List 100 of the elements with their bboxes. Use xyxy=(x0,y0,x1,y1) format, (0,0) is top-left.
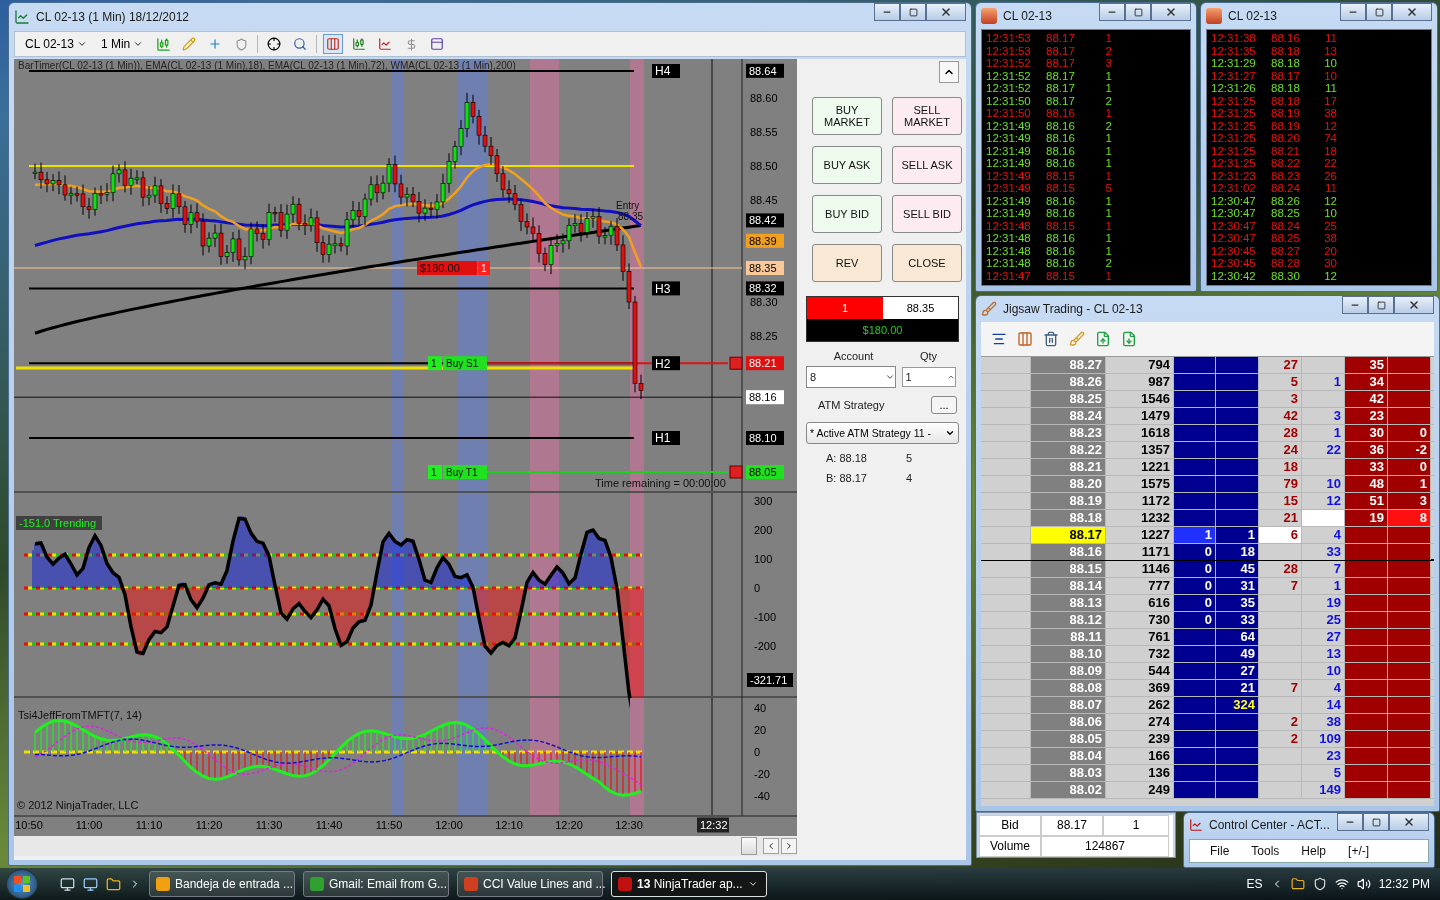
ladder-cell[interactable]: 6 xyxy=(1259,527,1302,543)
ladder-cell[interactable]: 33 xyxy=(1216,612,1259,628)
ladder-cell[interactable] xyxy=(1216,765,1259,781)
price-cell[interactable]: 88.06 xyxy=(1031,714,1106,730)
ladder-cell[interactable] xyxy=(1216,493,1259,509)
ladder-cell[interactable] xyxy=(1216,459,1259,475)
ladder-cell[interactable] xyxy=(1345,748,1388,764)
ladder-cell[interactable] xyxy=(1174,425,1216,441)
order-button[interactable]: SELL ASK xyxy=(892,146,962,184)
ladder-cell[interactable]: 31 xyxy=(1216,578,1259,594)
ladder-cell[interactable] xyxy=(1174,731,1216,747)
ladder-cell[interactable] xyxy=(1174,374,1216,390)
ladder-cell[interactable]: 34 xyxy=(1345,374,1388,390)
ladder-cell[interactable] xyxy=(1174,629,1216,645)
ladder-cell[interactable] xyxy=(1345,612,1388,628)
price-cell[interactable]: 88.21 xyxy=(1031,459,1106,475)
price-cell[interactable]: 88.13 xyxy=(1031,595,1106,611)
close-button[interactable] xyxy=(1394,296,1434,314)
ladder-cell[interactable] xyxy=(1388,561,1431,577)
network-icon[interactable] xyxy=(1334,877,1349,891)
ladder-cell[interactable] xyxy=(1216,357,1259,373)
ladder-cell[interactable] xyxy=(1345,595,1388,611)
ladder-cell[interactable] xyxy=(1174,391,1216,407)
ladder-cell[interactable] xyxy=(1388,578,1431,594)
price-cell[interactable]: 88.27 xyxy=(1031,357,1106,373)
ladder-cell[interactable]: 64 xyxy=(1216,629,1259,645)
order-button[interactable]: BUY MARKET xyxy=(812,97,882,135)
clock[interactable]: 12:32 PM xyxy=(1378,877,1430,891)
taskbar-task[interactable]: Bandeja de entrada ... xyxy=(149,871,295,897)
ladder-cell[interactable]: 0 xyxy=(1388,425,1431,441)
ladder-cell[interactable]: 324 xyxy=(1216,697,1259,713)
ladder-cell[interactable] xyxy=(1388,629,1431,645)
order-button[interactable]: BUY ASK xyxy=(812,146,882,184)
price-cell[interactable]: 88.14 xyxy=(1031,578,1106,594)
price-cell[interactable]: 88.19 xyxy=(1031,493,1106,509)
atm-strategy-dropdown[interactable]: * Active ATM Strategy 11 - xyxy=(806,422,959,444)
ladder-cell[interactable] xyxy=(1388,357,1431,373)
language-indicator[interactable]: ES xyxy=(1246,877,1263,891)
file-down-icon[interactable] xyxy=(1121,331,1137,347)
ladder-cell[interactable] xyxy=(1174,408,1216,424)
ladder-cell[interactable]: 42 xyxy=(1345,391,1388,407)
close-button[interactable] xyxy=(1392,3,1432,21)
ladder-cell[interactable] xyxy=(1345,578,1388,594)
monitor-icon[interactable] xyxy=(83,876,98,892)
instrument-dropdown[interactable]: CL 02-13 xyxy=(21,37,91,51)
price-cell[interactable]: 88.12 xyxy=(1031,612,1106,628)
ladder-cell[interactable] xyxy=(1345,561,1388,577)
tray-icon[interactable] xyxy=(1312,877,1327,891)
ladder-cell[interactable] xyxy=(1345,680,1388,696)
qty-spinner[interactable]: 1 xyxy=(901,367,956,387)
ladder-cell[interactable] xyxy=(1388,391,1431,407)
minimize-button[interactable] xyxy=(874,3,900,21)
ladder-cell[interactable]: 1 xyxy=(1216,527,1259,543)
price-cell[interactable]: 88.26 xyxy=(1031,374,1106,390)
ladder-cell[interactable]: 1 xyxy=(1174,527,1216,543)
ladder-cell[interactable]: 35 xyxy=(1345,357,1388,373)
ladder-cell[interactable] xyxy=(1174,663,1216,679)
ladder-cell[interactable] xyxy=(1216,748,1259,764)
ladder-cell[interactable] xyxy=(1345,731,1388,747)
ladder-cell[interactable] xyxy=(1345,527,1388,543)
collapse-button[interactable] xyxy=(939,61,959,83)
start-button[interactable] xyxy=(6,869,38,899)
columns-icon[interactable] xyxy=(1017,331,1033,347)
ladder-cell[interactable] xyxy=(1174,493,1216,509)
ladder-cell[interactable] xyxy=(1174,442,1216,458)
ladder-cell[interactable] xyxy=(1388,612,1431,628)
maximize-button[interactable] xyxy=(1368,296,1394,314)
taskbar-task[interactable]: 13 NinjaTrader ap... xyxy=(611,871,767,897)
folder-icon[interactable] xyxy=(106,876,121,892)
price-cell[interactable]: 88.07 xyxy=(1031,697,1106,713)
ladder-cell[interactable] xyxy=(1216,476,1259,492)
ladder-cell[interactable]: 1 xyxy=(1388,476,1431,492)
center-icon[interactable] xyxy=(991,331,1007,347)
ladder-cell[interactable] xyxy=(1174,782,1216,798)
ladder-cell[interactable] xyxy=(1216,510,1259,526)
ladder-cell[interactable] xyxy=(1174,680,1216,696)
ladder-cell[interactable]: 51 xyxy=(1345,493,1388,509)
price-cell[interactable]: 88.04 xyxy=(1031,748,1106,764)
order-button[interactable]: BUY BID xyxy=(812,195,882,233)
ladder-cell[interactable] xyxy=(1345,782,1388,798)
ladder-cell[interactable]: 30 xyxy=(1345,425,1388,441)
price-cell[interactable]: 88.24 xyxy=(1031,408,1106,424)
ladder-cell[interactable] xyxy=(1174,459,1216,475)
desktop-icon[interactable] xyxy=(60,876,75,892)
price-cell[interactable]: 88.05 xyxy=(1031,731,1106,747)
ladder-cell[interactable] xyxy=(1388,544,1431,560)
ladder-cell[interactable] xyxy=(1388,697,1431,713)
ladder-cell[interactable] xyxy=(1388,374,1431,390)
ladder-cell[interactable] xyxy=(1216,408,1259,424)
ladder-cell[interactable] xyxy=(1388,595,1431,611)
order-button[interactable]: REV xyxy=(812,244,882,282)
ladder-cell[interactable] xyxy=(1345,765,1388,781)
price-cell[interactable]: 88.10 xyxy=(1031,646,1106,662)
price-cell[interactable]: 88.16 xyxy=(1031,544,1106,560)
ladder-cell[interactable] xyxy=(1302,510,1345,526)
ladder-cell[interactable] xyxy=(1259,544,1302,560)
ladder-cell[interactable]: 23 xyxy=(1345,408,1388,424)
minimize-button[interactable] xyxy=(1342,296,1368,314)
ladder-cell[interactable] xyxy=(1345,663,1388,679)
close-button[interactable] xyxy=(1389,813,1429,831)
